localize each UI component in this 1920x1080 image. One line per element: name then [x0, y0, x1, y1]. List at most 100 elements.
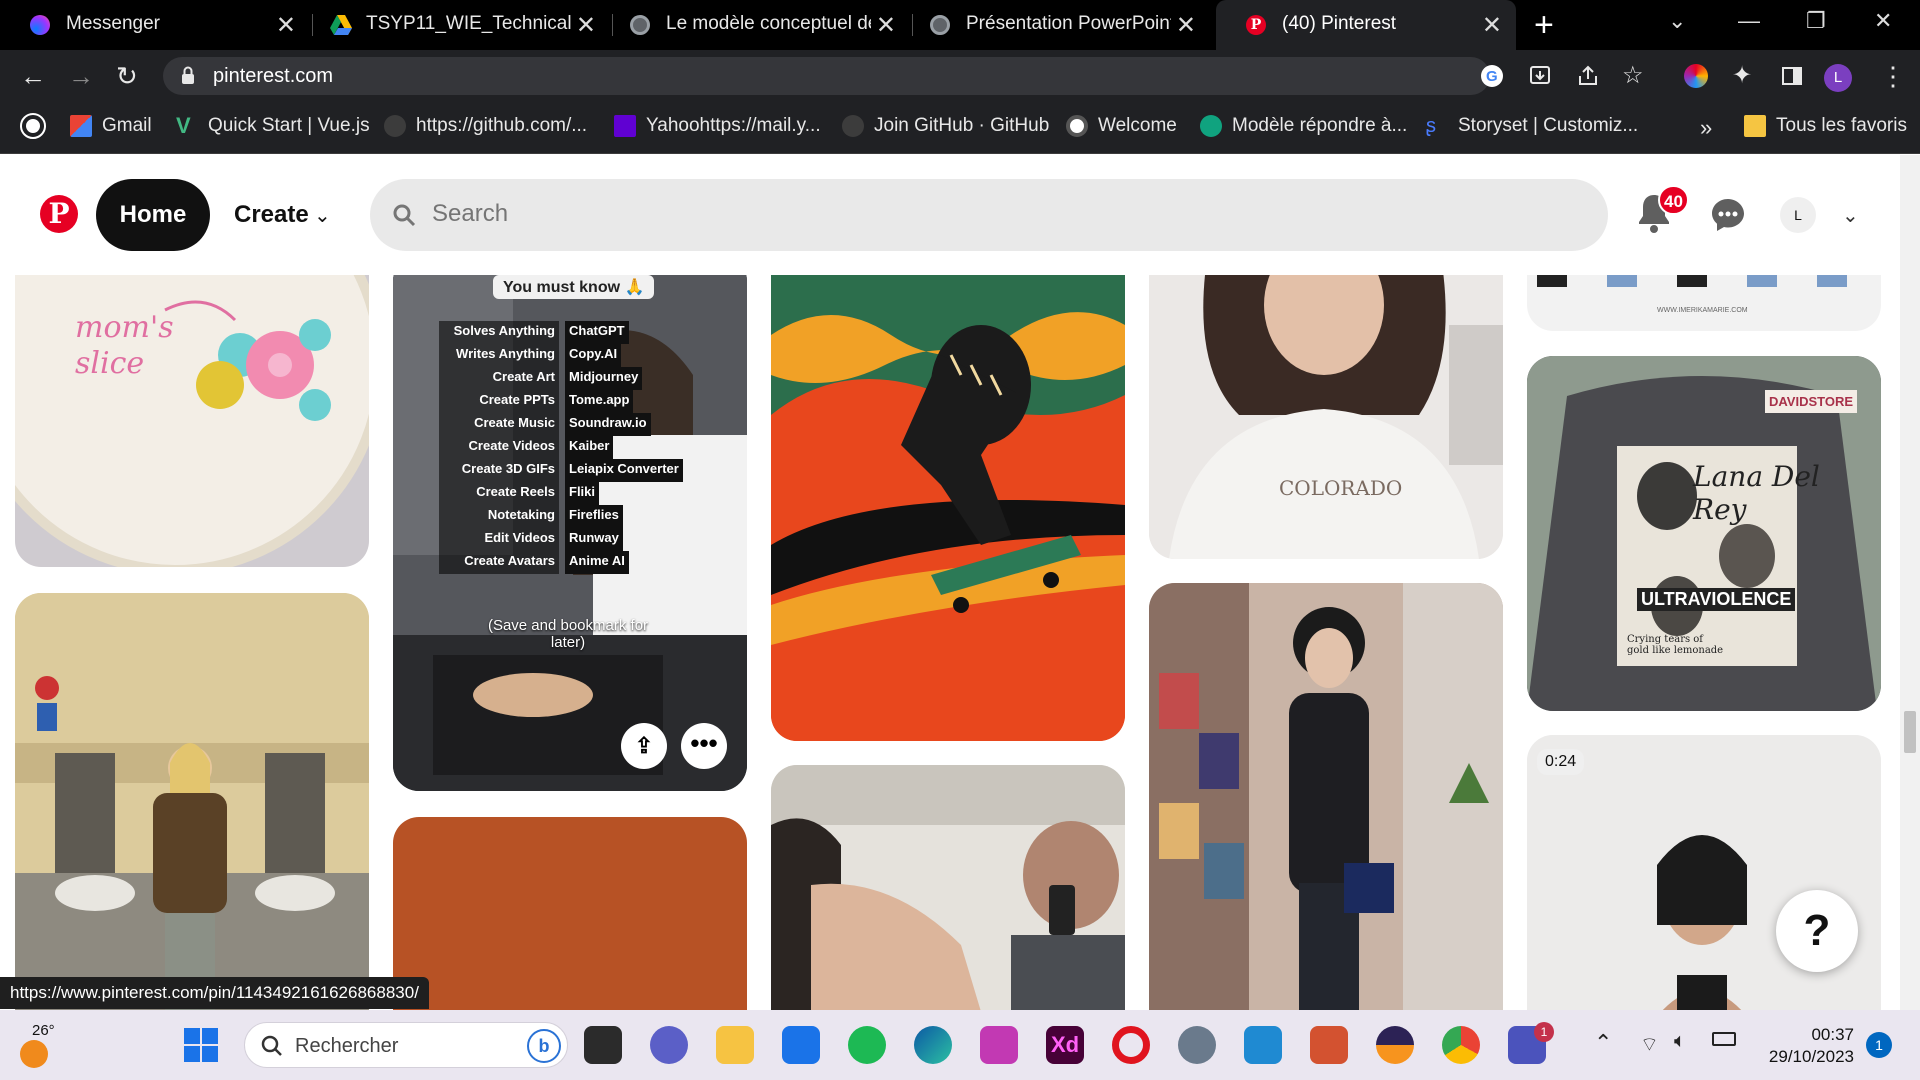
messages-icon[interactable]: [1710, 197, 1746, 233]
task-view-icon[interactable]: [584, 1026, 622, 1064]
side-panel-icon[interactable]: [1780, 64, 1804, 88]
apps-icon[interactable]: [20, 113, 46, 139]
tab-google-drive[interactable]: TSYP11_WIE_Technical_Ch ✕: [300, 0, 610, 50]
minimize-icon[interactable]: —: [1738, 8, 1760, 34]
bookmark-github-1[interactable]: https://github.com/...: [384, 115, 587, 137]
cake-lettering: mom's slice: [75, 310, 174, 381]
scrollbar-thumb[interactable]: [1904, 711, 1916, 753]
address-bar[interactable]: pinterest.com: [163, 57, 1490, 95]
system-clock[interactable]: 00:37 29/10/2023: [1769, 1024, 1854, 1068]
new-tab-button[interactable]: +: [1534, 6, 1554, 45]
wifi-icon[interactable]: ⌔: [1640, 1032, 1659, 1057]
search-bar[interactable]: [370, 179, 1608, 251]
profile-avatar[interactable]: L: [1824, 64, 1852, 92]
file-explorer-icon[interactable]: [716, 1026, 754, 1064]
google-lens-icon[interactable]: G: [1480, 64, 1504, 88]
extension-icon[interactable]: [1684, 64, 1708, 88]
pin-mirror-selfie[interactable]: [1149, 583, 1503, 1010]
bookmark-chatgpt[interactable]: Modèle répondre à...: [1200, 115, 1407, 137]
tab-powerpoint[interactable]: Présentation PowerPoint ✕: [900, 0, 1210, 50]
bookmark-vue[interactable]: V Quick Start | Vue.js: [176, 115, 370, 137]
reload-icon[interactable]: ↻: [116, 61, 138, 92]
pinterest-logo-icon[interactable]: P: [40, 195, 78, 233]
more-options-icon[interactable]: •••: [681, 723, 727, 769]
opera-icon[interactable]: [1112, 1026, 1150, 1064]
tab-messenger[interactable]: Messenger ✕: [0, 0, 310, 50]
pin-lana-hoodie[interactable]: DAVIDSTORE Lana Del Rey ULTRAVIOLENCE Cr…: [1527, 356, 1881, 711]
lock-icon: [182, 66, 194, 84]
bookmarks-overflow-button[interactable]: »: [1700, 115, 1712, 141]
restore-icon[interactable]: ❐: [1806, 8, 1826, 34]
teams-chat-icon[interactable]: [650, 1026, 688, 1064]
pin-ai-tools[interactable]: You must know 🙏 Solves Anything ChatGPT W…: [393, 275, 747, 791]
powerpoint-icon[interactable]: [1310, 1026, 1348, 1064]
ai-row: Notetaking Fireflies: [439, 505, 689, 528]
pin-website-card[interactable]: WWW.IMERIKAMARIE.COM: [1527, 275, 1881, 331]
chevron-up-icon[interactable]: ⌃: [1594, 1030, 1612, 1056]
account-avatar[interactable]: L: [1780, 197, 1816, 233]
pin-orange[interactable]: [393, 817, 747, 1010]
page-scrollbar[interactable]: [1900, 155, 1920, 1010]
bookmark-label: Yahoohttps://mail.y...: [646, 115, 821, 136]
ai-footer-text: (Save and bookmark for later): [487, 617, 649, 651]
close-icon[interactable]: ✕: [1482, 11, 1502, 40]
settings-gear-icon[interactable]: [1178, 1026, 1216, 1064]
pin-sweater-photo[interactable]: COLORADO: [1149, 275, 1503, 559]
ai-row-tool: Runway: [565, 528, 623, 551]
adobe-xd-icon[interactable]: Xd: [1046, 1026, 1084, 1064]
pin-tattoo-photo[interactable]: [771, 765, 1125, 1010]
create-menu-button[interactable]: Create: [234, 201, 309, 229]
tab-pinterest[interactable]: P (40) Pinterest ✕: [1216, 0, 1516, 50]
close-icon[interactable]: ✕: [876, 11, 896, 40]
share-upload-icon[interactable]: ⇪: [621, 723, 667, 769]
ai-row-tool: Fliki: [565, 482, 600, 505]
vscode-icon[interactable]: [1244, 1026, 1282, 1064]
notification-center-badge[interactable]: 1: [1866, 1032, 1892, 1058]
forward-icon[interactable]: →: [68, 61, 94, 92]
pin-street-photo[interactable]: [15, 593, 369, 1010]
eclipse-icon[interactable]: [1376, 1026, 1414, 1064]
url-text[interactable]: pinterest.com: [213, 65, 333, 88]
storyset-icon: ʂ: [1426, 115, 1436, 137]
site-preview-image: [1537, 275, 1847, 287]
bookmark-yahoo[interactable]: Yahoohttps://mail.y...: [614, 115, 821, 137]
tab-strip: Messenger ✕ TSYP11_WIE_Technical_Ch ✕ Le…: [0, 0, 1920, 50]
start-windows-icon[interactable]: [182, 1026, 220, 1064]
pin-skeleton-skater[interactable]: [771, 275, 1125, 741]
bookmark-gmail[interactable]: Gmail: [70, 115, 152, 137]
share-icon[interactable]: [1576, 64, 1600, 88]
edge-icon[interactable]: [914, 1026, 952, 1064]
volume-icon[interactable]: 🔈︎: [1674, 1030, 1686, 1053]
chevron-down-icon[interactable]: ⌄: [1842, 203, 1859, 228]
tab-modele-conceptuel[interactable]: Le modèle conceptuel de ✕: [600, 0, 910, 50]
bookmark-storyset[interactable]: ʂ Storyset | Customiz...: [1426, 115, 1638, 137]
close-icon[interactable]: ✕: [1176, 11, 1196, 40]
chrome-icon[interactable]: [1442, 1026, 1480, 1064]
tab-title: TSYP11_WIE_Technical_Ch: [366, 13, 571, 34]
battery-icon[interactable]: [1712, 1032, 1736, 1046]
window-close-icon[interactable]: ✕: [1874, 8, 1892, 34]
bookmark-star-icon[interactable]: ☆: [1622, 61, 1644, 90]
close-icon[interactable]: ✕: [276, 11, 296, 40]
bookmark-welcome[interactable]: Welcome: [1066, 115, 1177, 137]
menu-kebab-icon[interactable]: ⋮: [1880, 61, 1906, 92]
install-app-icon[interactable]: [1528, 64, 1552, 88]
home-button[interactable]: Home: [96, 179, 210, 251]
search-input[interactable]: [430, 199, 1330, 229]
extensions-puzzle-icon[interactable]: ✦: [1732, 61, 1752, 90]
close-icon[interactable]: ✕: [576, 11, 596, 40]
taskbar-search-box[interactable]: Rechercher b: [244, 1022, 568, 1068]
bookmark-github-2[interactable]: Join GitHub · GitHub: [842, 115, 1049, 137]
back-icon[interactable]: ←: [20, 61, 46, 92]
bookmark-label: Welcome: [1098, 115, 1177, 136]
tab-search-chevron-icon[interactable]: ⌄: [1668, 8, 1686, 34]
all-bookmarks-folder[interactable]: Tous les favoris: [1744, 115, 1907, 137]
pin-cake[interactable]: mom's slice: [15, 275, 369, 567]
mail-icon[interactable]: [782, 1026, 820, 1064]
chevron-down-icon[interactable]: ⌄: [314, 203, 331, 228]
notifications-badge: 40: [1658, 185, 1689, 215]
spotify-icon[interactable]: [848, 1026, 886, 1064]
bing-icon[interactable]: b: [527, 1029, 561, 1063]
help-button[interactable]: ?: [1776, 890, 1858, 972]
app-w-icon[interactable]: [980, 1026, 1018, 1064]
